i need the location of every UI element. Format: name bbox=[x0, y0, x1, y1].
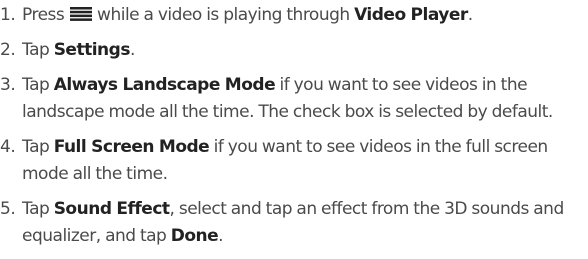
step-text: . bbox=[467, 5, 473, 25]
step-number: 4. bbox=[0, 137, 16, 157]
setting-name: Sound Effect bbox=[53, 199, 170, 219]
step-number: 1. bbox=[0, 5, 16, 25]
step-text: . bbox=[218, 226, 224, 246]
step-text: . bbox=[129, 40, 135, 60]
instruction-steps: 1. Press while a video is playing throug… bbox=[0, 0, 588, 250]
step-text: Tap bbox=[22, 75, 54, 95]
menu-icon bbox=[69, 7, 92, 21]
app-name: Video Player bbox=[354, 5, 468, 25]
step-3: 3. Tap Always Landscape Mode if you want… bbox=[0, 72, 588, 126]
step-1: 1. Press while a video is playing throug… bbox=[0, 2, 588, 29]
step-text: Tap bbox=[22, 137, 54, 157]
step-number: 2. bbox=[0, 40, 16, 60]
step-number: 3. bbox=[0, 75, 16, 95]
step-text: while a video is playing through bbox=[92, 5, 355, 25]
step-4: 4. Tap Full Screen Mode if you want to s… bbox=[0, 134, 588, 188]
menu-option-name: Settings bbox=[53, 40, 131, 60]
step-2: 2. Tap Settings. bbox=[0, 37, 588, 64]
step-text: Press bbox=[22, 5, 69, 25]
button-name: Done bbox=[170, 226, 219, 246]
step-number: 5. bbox=[0, 199, 16, 219]
step-text: Tap bbox=[22, 40, 54, 60]
step-text: Tap bbox=[22, 199, 54, 219]
step-5: 5. Tap Sound Effect, select and tap an e… bbox=[0, 196, 588, 250]
setting-name: Always Landscape Mode bbox=[53, 75, 276, 95]
setting-name: Full Screen Mode bbox=[53, 137, 210, 157]
